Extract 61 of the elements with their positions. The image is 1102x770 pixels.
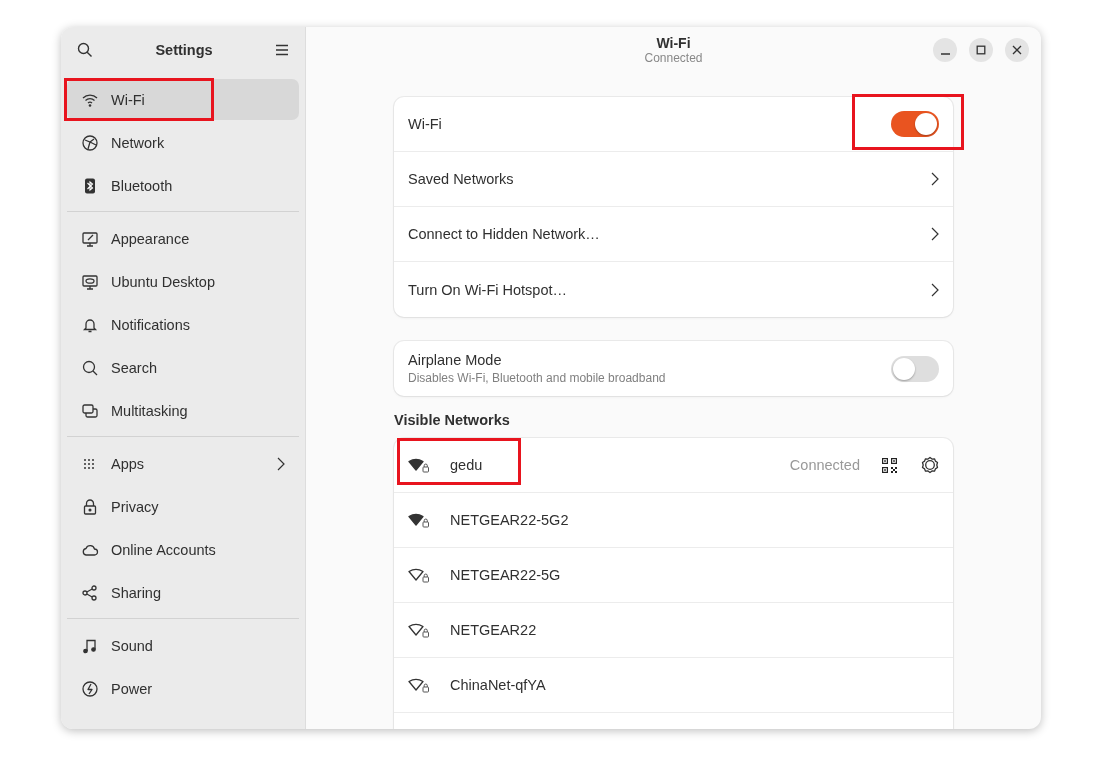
sidebar-title: Settings: [155, 42, 213, 58]
sidebar-item[interactable]: Power: [67, 668, 299, 709]
section-heading: Visible Networks: [394, 412, 511, 428]
network-name: NETGEAR22-5G: [450, 567, 561, 583]
network-name: NETGEAR22-5G2: [450, 512, 569, 528]
row-label: Wi-Fi: [408, 116, 442, 132]
network-name: NETGEAR22: [450, 622, 537, 638]
toggle-switch[interactable]: [891, 111, 939, 137]
window-title: Wi-Fi: [656, 35, 691, 51]
sidebar-item[interactable]: Sound: [67, 625, 299, 666]
network-row[interactable]: ChinaNet-qfYA: [394, 658, 953, 713]
share-icon: [81, 583, 99, 602]
minimize-button[interactable]: [933, 38, 957, 62]
sidebar-item[interactable]: Network: [67, 122, 299, 163]
sidebar-item[interactable]: Ubuntu Desktop: [67, 261, 299, 302]
link-row[interactable]: Saved Networks: [394, 152, 953, 207]
close-icon: [1012, 45, 1022, 55]
network-name: ChinaNet-qfYA: [450, 677, 546, 693]
sidebar-item[interactable]: Bluetooth: [67, 165, 299, 206]
sidebar-item[interactable]: Privacy: [67, 486, 299, 527]
row-label: Turn On Wi-Fi Hotspot…: [408, 281, 567, 298]
window-subtitle: Connected: [644, 51, 703, 65]
menu-icon[interactable]: [275, 44, 289, 56]
chevron-icon: [931, 172, 939, 186]
search-icon[interactable]: [77, 42, 93, 58]
sidebar-item[interactable]: Online Accounts: [67, 529, 299, 570]
row-label: Airplane Mode: [408, 352, 503, 368]
sidebar-item[interactable]: Search: [67, 347, 299, 388]
sidebar-item[interactable]: Wi-Fi: [67, 79, 299, 120]
network-icon: [81, 133, 99, 152]
maximize-icon: [976, 45, 986, 55]
network-row[interactable]: NETGEAR22-5G: [394, 548, 953, 603]
sidebar-item[interactable]: Appearance: [67, 218, 299, 259]
row-description: Disables Wi-Fi, Bluetooth and mobile broadband: [408, 371, 666, 385]
connection-status: Connected: [789, 457, 860, 473]
desktop-icon: [81, 272, 99, 291]
sidebar-item[interactable]: Apps: [67, 443, 299, 484]
sidebar-item[interactable]: Sharing: [67, 572, 299, 613]
multitask-icon: [81, 401, 99, 420]
chevron-icon: [931, 227, 939, 241]
settings-icon[interactable]: [921, 456, 939, 474]
chevron-icon: [931, 282, 939, 297]
network-row[interactable]: gedu Connected: [394, 438, 953, 493]
network-row[interactable]: NETGEAR22-5G2: [394, 493, 953, 548]
row-label: Saved Networks: [408, 171, 514, 187]
minimize-icon: [940, 52, 950, 55]
lock-icon: [81, 497, 99, 516]
row-label: Connect to Hidden Network…: [408, 226, 600, 242]
link-row[interactable]: Connect to Hidden Network…: [394, 207, 953, 262]
search-icon: [81, 358, 99, 377]
power-icon: [81, 679, 99, 698]
network-row[interactable]: NETGEAR22: [394, 603, 953, 658]
maximize-button[interactable]: [969, 38, 993, 62]
network-name: gedu: [450, 457, 483, 473]
close-button[interactable]: [1005, 38, 1029, 62]
qr-code-icon[interactable]: [882, 457, 897, 473]
toggle-switch[interactable]: [891, 355, 939, 382]
sidebar-item[interactable]: Notifications: [67, 304, 299, 345]
link-row[interactable]: Turn On Wi-Fi Hotspot…: [394, 262, 953, 317]
appearance-icon: [81, 229, 99, 248]
sidebar-item[interactable]: Multitasking: [67, 390, 299, 431]
